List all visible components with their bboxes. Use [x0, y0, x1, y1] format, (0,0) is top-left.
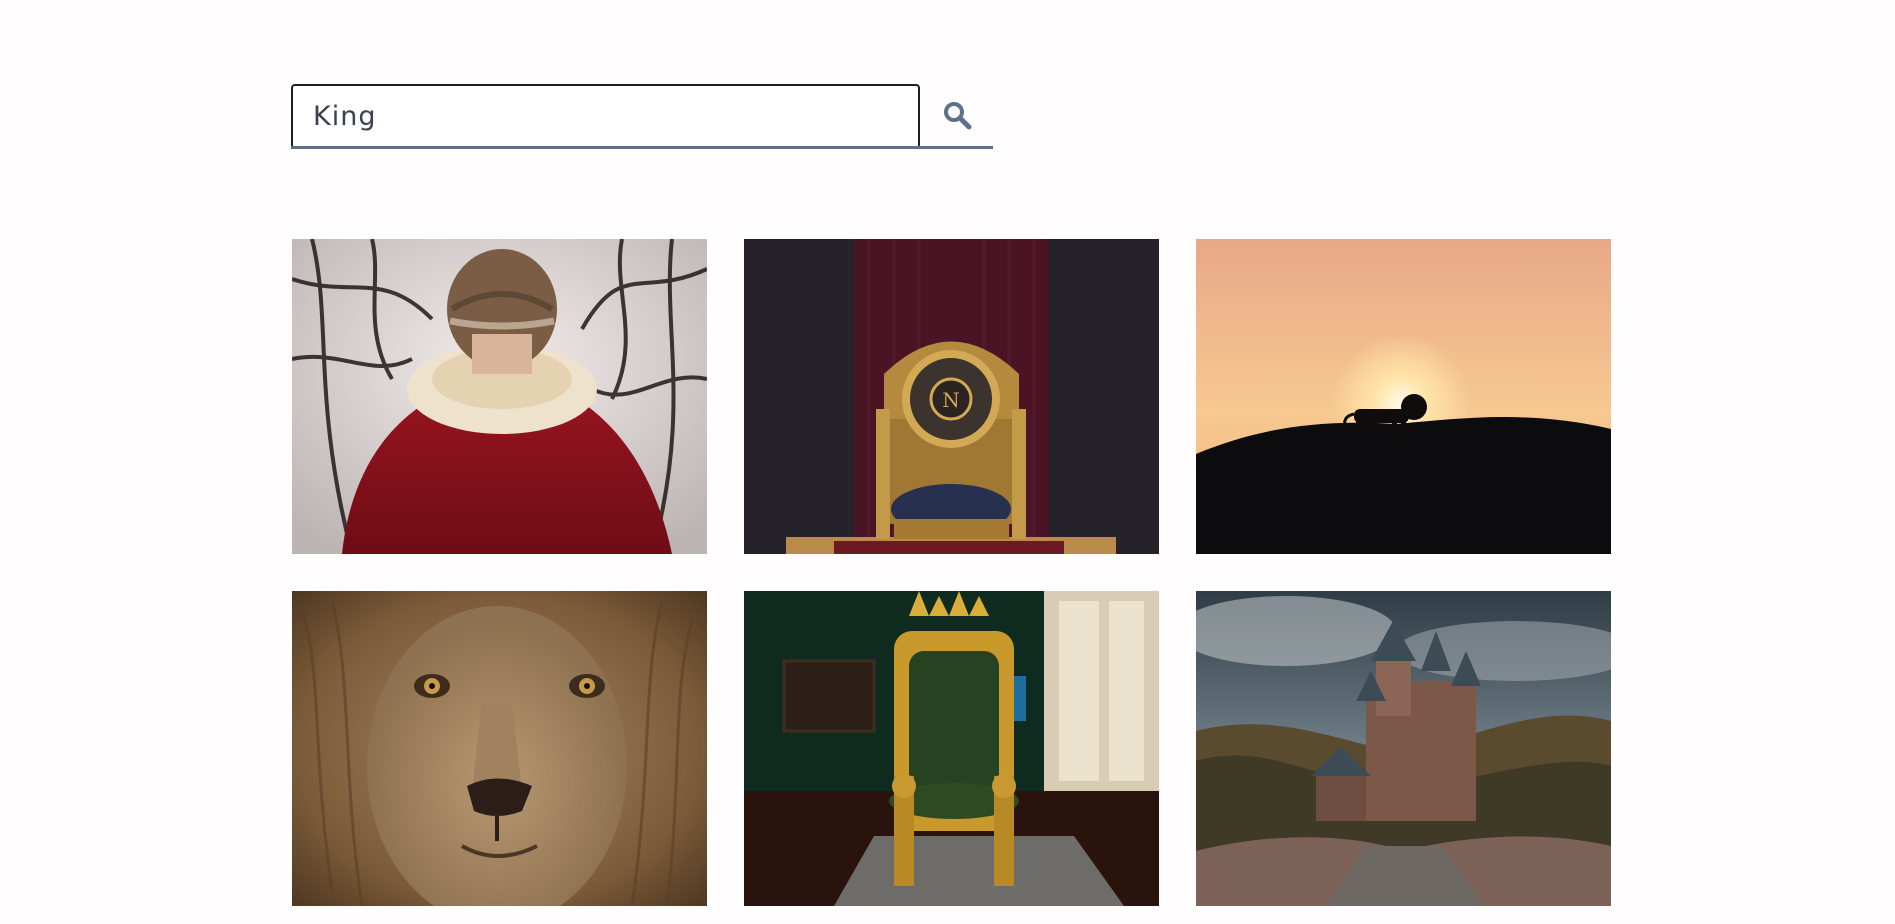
result-image-lion-sunset[interactable] [1196, 239, 1611, 554]
result-image-lion-face[interactable] [292, 591, 707, 906]
svg-text:N: N [942, 388, 960, 412]
search-input[interactable] [291, 84, 920, 149]
result-image-golden-throne[interactable]: N [744, 239, 1159, 554]
search-bar [291, 84, 993, 149]
image-results-grid: N [292, 239, 1611, 906]
result-image-gilded-throne-museum[interactable] [744, 591, 1159, 906]
result-image-castle[interactable] [1196, 591, 1611, 906]
search-button[interactable] [920, 84, 993, 146]
search-icon [942, 100, 972, 130]
result-image-king-cape[interactable] [292, 239, 707, 554]
image-search-page: N [0, 0, 1895, 924]
search-underline [291, 146, 993, 149]
